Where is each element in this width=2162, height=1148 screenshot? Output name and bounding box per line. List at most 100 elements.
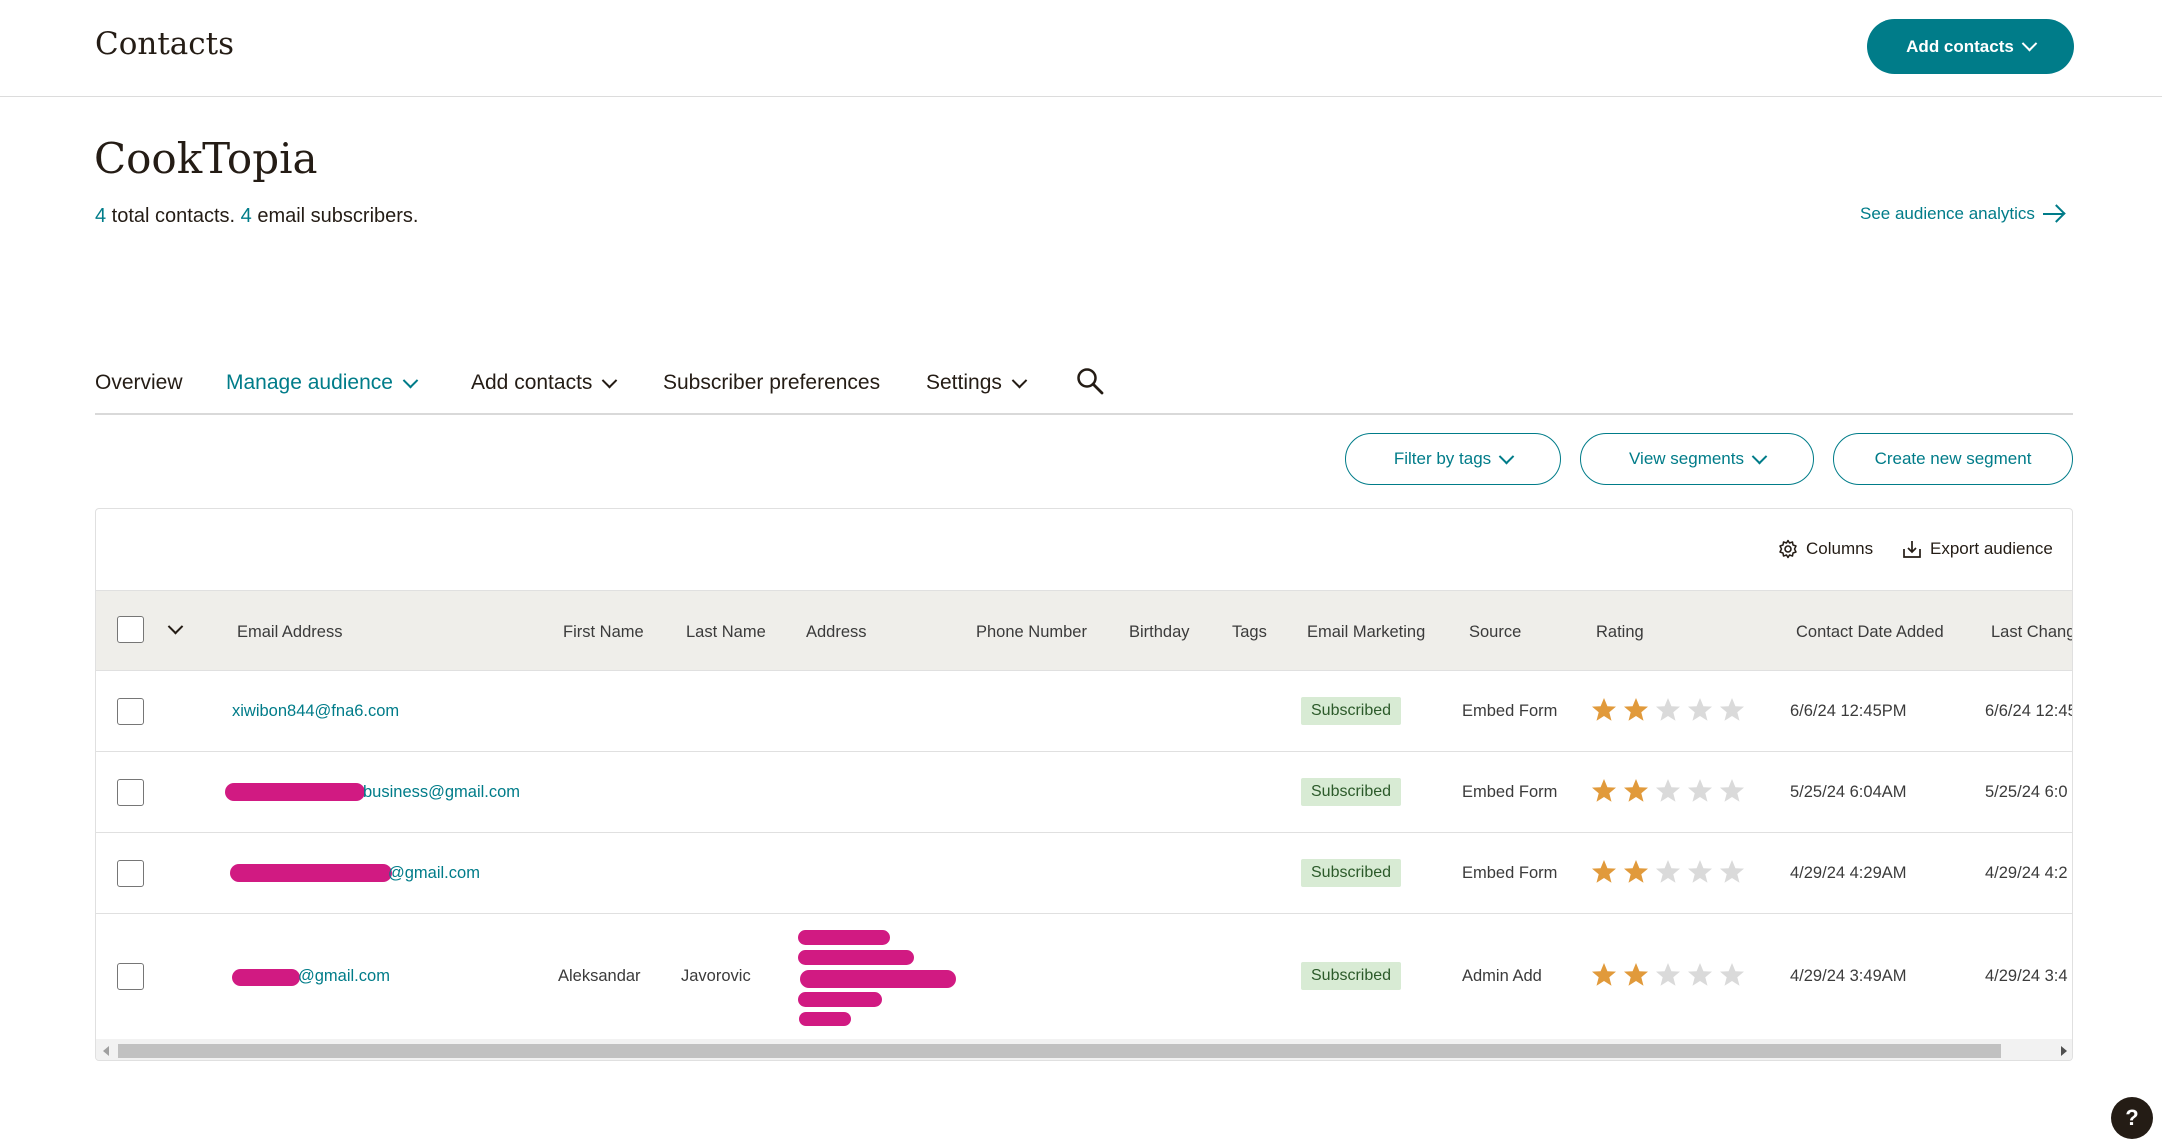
chevron-down-icon <box>2021 35 2038 52</box>
col-source[interactable]: Source <box>1469 623 1521 642</box>
row-checkbox[interactable] <box>117 963 144 990</box>
status-badge: Subscribed <box>1301 697 1402 725</box>
nav-subscriber-preferences[interactable]: Subscriber preferences <box>663 371 880 395</box>
date-added-cell: 5/25/24 6:04AM <box>1790 783 1907 801</box>
view-segments-button[interactable]: View segments <box>1580 433 1814 485</box>
source-cell: Embed Form <box>1462 783 1558 801</box>
star-empty-icon[interactable] <box>1718 858 1746 886</box>
chevron-down-icon <box>1011 372 1028 388</box>
select-all-checkbox[interactable] <box>117 616 144 643</box>
star-filled-icon[interactable] <box>1590 858 1618 886</box>
redaction-mark <box>230 864 392 882</box>
row-checkbox[interactable] <box>117 698 144 725</box>
add-contacts-label: Add contacts <box>1906 36 2014 56</box>
col-email-marketing[interactable]: Email Marketing <box>1307 623 1425 642</box>
view-segments-label: View segments <box>1629 449 1744 468</box>
see-audience-analytics-link[interactable]: See audience analytics <box>1860 204 2063 224</box>
star-empty-icon[interactable] <box>1654 858 1682 886</box>
source-cell: Admin Add <box>1462 967 1542 985</box>
help-button[interactable]: ? <box>2111 1097 2153 1139</box>
nav-add-contacts[interactable]: Add contacts <box>471 371 618 395</box>
star-filled-icon[interactable] <box>1590 777 1618 805</box>
nav-manage-audience-label: Manage audience <box>226 371 393 394</box>
nav-settings-label: Settings <box>926 371 1002 394</box>
nav-manage-audience[interactable]: Manage audience <box>226 371 419 395</box>
col-first-name[interactable]: First Name <box>563 623 644 642</box>
horizontal-scrollbar[interactable] <box>96 1039 2072 1060</box>
col-birthday[interactable]: Birthday <box>1129 623 1190 642</box>
star-empty-icon[interactable] <box>1718 777 1746 805</box>
source-cell: Embed Form <box>1462 864 1558 882</box>
star-filled-icon[interactable] <box>1622 961 1650 989</box>
export-audience-button[interactable]: Export audience <box>1902 539 2053 559</box>
star-filled-icon[interactable] <box>1622 777 1650 805</box>
contact-email-link[interactable]: @gmail.com <box>388 864 480 883</box>
last-changed-cell: 4/29/24 3:4 <box>1985 967 2068 985</box>
scroll-left-arrow-icon[interactable] <box>103 1046 109 1056</box>
chevron-down-icon <box>1751 448 1768 464</box>
row-checkbox[interactable] <box>117 779 144 806</box>
col-phone-number[interactable]: Phone Number <box>976 623 1087 642</box>
add-contacts-button[interactable]: Add contacts <box>1867 19 2074 74</box>
redaction-mark <box>798 930 890 945</box>
col-contact-date-added[interactable]: Contact Date Added <box>1796 623 1944 642</box>
audience-summary: 4 total contacts. 4 email subscribers. <box>95 205 418 228</box>
date-added-cell: 4/29/24 3:49AM <box>1790 967 1907 985</box>
star-empty-icon[interactable] <box>1718 696 1746 724</box>
star-filled-icon[interactable] <box>1590 961 1618 989</box>
col-email-address[interactable]: Email Address <box>237 623 342 642</box>
email-subscribers-count[interactable]: 4 <box>241 205 252 227</box>
table-row[interactable]: @gmail.com Aleksandar Javorovic Subscrib… <box>96 914 2072 1039</box>
first-name-cell: Aleksandar <box>558 967 641 985</box>
star-filled-icon[interactable] <box>1590 696 1618 724</box>
date-added-cell: 4/29/24 4:29AM <box>1790 864 1907 882</box>
row-checkbox[interactable] <box>117 860 144 887</box>
star-filled-icon[interactable] <box>1622 696 1650 724</box>
star-empty-icon[interactable] <box>1686 961 1714 989</box>
star-empty-icon[interactable] <box>1686 777 1714 805</box>
last-changed-cell: 5/25/24 6:0 <box>1985 783 2068 801</box>
col-rating[interactable]: Rating <box>1596 623 1644 642</box>
total-contacts-text: total contacts. <box>106 205 241 227</box>
col-tags[interactable]: Tags <box>1232 623 1267 642</box>
star-empty-icon[interactable] <box>1686 696 1714 724</box>
star-empty-icon[interactable] <box>1686 858 1714 886</box>
last-name-cell: Javorovic <box>681 967 751 985</box>
status-badge: Subscribed <box>1301 962 1402 990</box>
star-empty-icon[interactable] <box>1654 961 1682 989</box>
export-audience-label: Export audience <box>1930 539 2053 558</box>
col-last-changed[interactable]: Last Chang <box>1991 623 2072 642</box>
col-last-name[interactable]: Last Name <box>686 623 766 642</box>
last-changed-cell: 6/6/24 12:45 <box>1985 702 2073 720</box>
col-address[interactable]: Address <box>806 623 867 642</box>
table-row[interactable]: @gmail.com Subscribed Embed Form 4/29/24… <box>96 833 2072 914</box>
select-menu-chevron-icon[interactable] <box>167 618 184 635</box>
total-contacts-count[interactable]: 4 <box>95 205 106 227</box>
scrollbar-thumb[interactable] <box>118 1044 2001 1058</box>
filter-by-tags-button[interactable]: Filter by tags <box>1345 433 1561 485</box>
arrow-right-icon <box>2042 212 2063 216</box>
search-icon[interactable] <box>1075 366 1105 396</box>
create-new-segment-button[interactable]: Create new segment <box>1833 433 2073 485</box>
table-row[interactable]: xiwibon844@fna6.com Subscribed Embed For… <box>96 671 2073 752</box>
audience-name: CookTopia <box>94 134 318 183</box>
date-added-cell: 6/6/24 12:45PM <box>1790 702 1907 720</box>
scroll-right-arrow-icon[interactable] <box>2061 1046 2067 1056</box>
contact-email-link[interactable]: @gmail.com <box>298 967 390 986</box>
top-bar: Contacts Add contacts <box>0 0 2162 97</box>
columns-button[interactable]: Columns <box>1778 539 1873 559</box>
contact-email-link[interactable]: business@gmail.com <box>363 783 520 802</box>
email-subscribers-text: email subscribers. <box>251 205 419 227</box>
star-empty-icon[interactable] <box>1654 777 1682 805</box>
star-filled-icon[interactable] <box>1622 858 1650 886</box>
chevron-down-icon <box>1498 448 1515 464</box>
star-empty-icon[interactable] <box>1654 696 1682 724</box>
analytics-link-label: See audience analytics <box>1860 204 2035 223</box>
star-empty-icon[interactable] <box>1718 961 1746 989</box>
nav-overview[interactable]: Overview <box>95 371 183 395</box>
rating-stars <box>1590 858 1746 886</box>
table-row[interactable]: business@gmail.com Subscribed Embed Form… <box>96 752 2072 833</box>
contact-email-link[interactable]: xiwibon844@fna6.com <box>232 702 399 721</box>
nav-settings[interactable]: Settings <box>926 371 1028 395</box>
source-cell: Embed Form <box>1462 702 1558 720</box>
